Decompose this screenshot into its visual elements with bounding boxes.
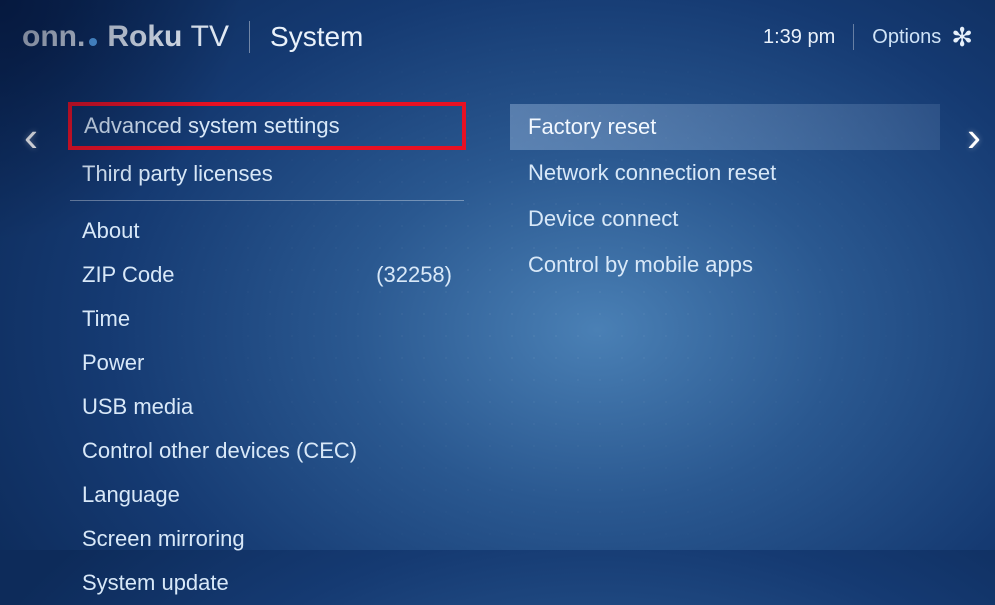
menu-screen-mirroring[interactable]: Screen mirroring <box>70 517 464 561</box>
menu-power[interactable]: Power <box>70 341 464 385</box>
menu-language[interactable]: Language <box>70 473 464 517</box>
item-label: Factory reset <box>528 114 656 140</box>
item-label: System update <box>82 570 229 596</box>
submenu-device-connect[interactable]: Device connect <box>510 196 940 242</box>
brand-roku: Roku TV <box>107 20 229 54</box>
item-label: Control other devices (CEC) <box>82 438 357 464</box>
chevron-left-icon[interactable]: ‹ <box>24 116 38 158</box>
item-label: ZIP Code <box>82 262 175 288</box>
menu-usb-media[interactable]: USB media <box>70 385 464 429</box>
item-label: USB media <box>82 394 193 420</box>
brand-tv-text: TV <box>191 20 229 53</box>
dot-icon <box>89 38 97 46</box>
item-label: Power <box>82 350 144 376</box>
right-panel: Factory reset Network connection reset D… <box>510 104 940 288</box>
item-label: Third party licenses <box>82 161 273 187</box>
item-label: Device connect <box>528 206 678 232</box>
menu-about[interactable]: About <box>70 209 464 253</box>
chevron-right-icon[interactable]: › <box>967 116 981 158</box>
menu-system-update[interactable]: System update <box>70 561 464 605</box>
item-label: Time <box>82 306 130 332</box>
item-label: Language <box>82 482 180 508</box>
left-panel: Advanced system settings Third party lic… <box>70 104 464 605</box>
brand-roku-text: Roku <box>107 20 182 53</box>
submenu-factory-reset[interactable]: Factory reset <box>510 104 940 150</box>
brand-onn-text: onn <box>22 20 77 54</box>
page-title: System <box>270 21 363 53</box>
divider-icon <box>249 21 250 53</box>
menu-zip-code[interactable]: ZIP Code (32258) <box>70 253 464 297</box>
divider-icon <box>853 24 854 50</box>
menu-advanced-system-settings[interactable]: Advanced system settings <box>68 102 466 150</box>
options-button[interactable]: Options ✻ <box>872 24 973 50</box>
brand-onn: onn. <box>22 20 107 54</box>
menu-third-party-licenses[interactable]: Third party licenses <box>70 152 464 196</box>
item-label: Screen mirroring <box>82 526 245 552</box>
menu-time[interactable]: Time <box>70 297 464 341</box>
divider-icon <box>70 200 464 201</box>
content: ‹ Advanced system settings Third party l… <box>0 74 995 550</box>
item-label: Advanced system settings <box>84 113 340 139</box>
item-label: Control by mobile apps <box>528 252 753 278</box>
submenu-network-connection-reset[interactable]: Network connection reset <box>510 150 940 196</box>
period-icon: . <box>77 20 85 54</box>
submenu-control-by-mobile-apps[interactable]: Control by mobile apps <box>510 242 940 288</box>
item-value: (32258) <box>376 262 452 288</box>
menu-cec[interactable]: Control other devices (CEC) <box>70 429 464 473</box>
header: onn. Roku TV System 1:39 pm Options ✻ <box>0 0 995 74</box>
clock: 1:39 pm <box>763 26 835 49</box>
item-label: About <box>82 218 140 244</box>
asterisk-icon: ✻ <box>951 24 973 50</box>
options-label: Options <box>872 26 941 49</box>
item-label: Network connection reset <box>528 160 776 186</box>
